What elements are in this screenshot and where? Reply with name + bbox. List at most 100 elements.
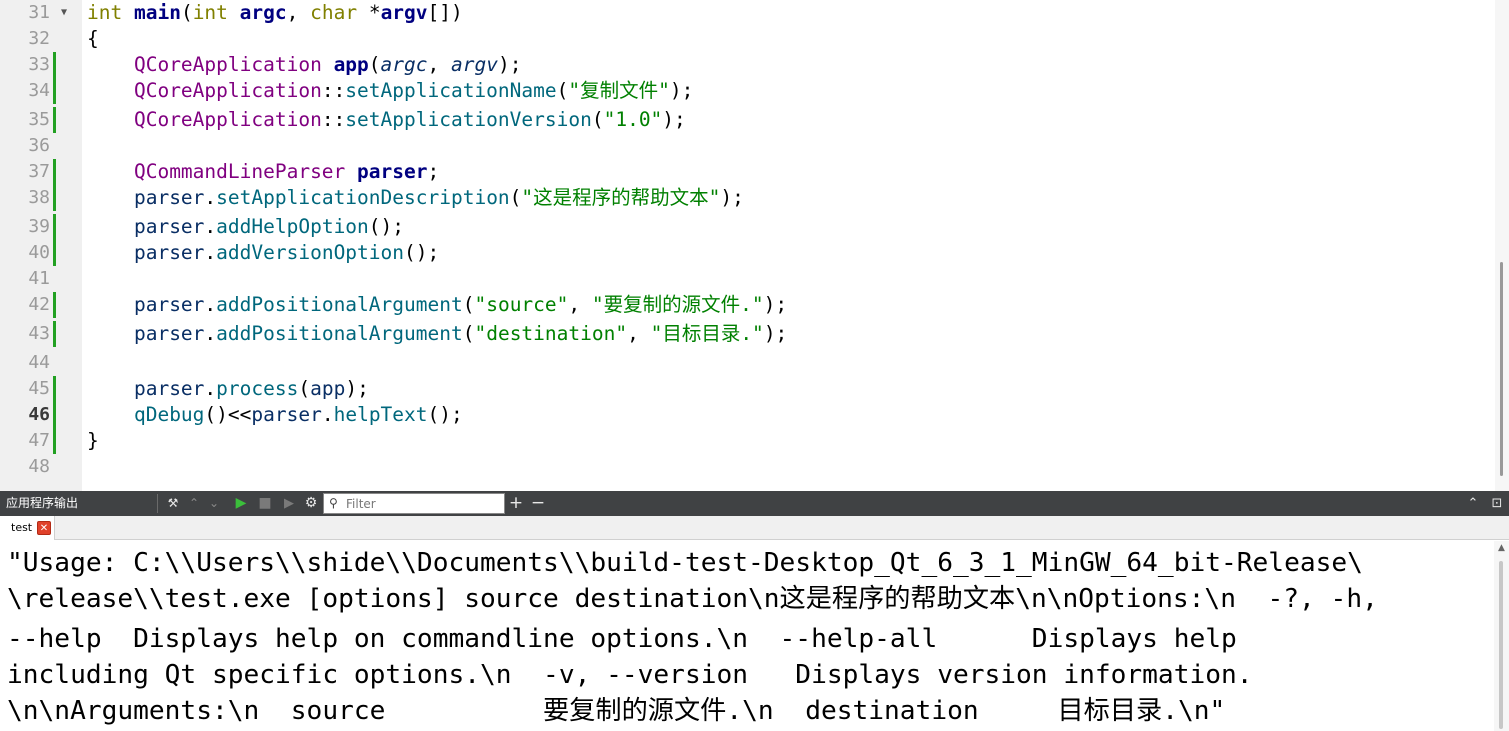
code-line[interactable]: 38 parser.setApplicationDescription("这是程… <box>0 185 1495 211</box>
output-line: \n\nArguments:\n source 要复制的源文件.\n desti… <box>7 696 1226 726</box>
debug-run-icon[interactable]: ▶ <box>280 491 298 516</box>
code-text: int main(int argc, char *argv[]) <box>87 0 463 26</box>
code-token: ( <box>462 322 475 345</box>
code-token: "1.0" <box>603 108 663 131</box>
code-token: parser <box>133 377 205 400</box>
code-token: ); <box>669 79 694 102</box>
code-token: "复制文件" <box>568 79 670 102</box>
settings-icon[interactable]: ⚙ <box>302 491 320 516</box>
code-token: ( <box>462 293 475 316</box>
code-token: app <box>333 53 369 76</box>
change-marker <box>53 52 56 78</box>
code-line[interactable]: 45 parser.process(app); <box>0 376 1495 402</box>
code-token: ); <box>720 186 744 209</box>
close-pane-button[interactable]: ⊡ <box>1488 491 1506 516</box>
change-marker <box>53 292 56 318</box>
filter-box[interactable]: ⚲ <box>323 493 505 514</box>
code-token: (); <box>404 241 440 264</box>
code-line[interactable]: 46 qDebug()<<parser.helpText(); <box>0 402 1495 428</box>
code-token: . <box>204 377 217 400</box>
tab-test[interactable]: test ✕ <box>0 516 55 540</box>
code-line[interactable]: 34 QCoreApplication::setApplicationName(… <box>0 78 1495 104</box>
code-text: qDebug()<<parser.helpText(); <box>87 402 463 428</box>
code-line[interactable]: 42 parser.addPositionalArgument("source"… <box>0 292 1495 318</box>
code-text: parser.addPositionalArgument("source", "… <box>87 292 787 318</box>
code-line[interactable]: 32 { <box>0 26 1495 52</box>
code-line[interactable]: 41 <box>0 266 1495 292</box>
change-marker <box>53 240 56 266</box>
fold-arrow-icon[interactable]: ▼ <box>61 0 67 26</box>
code-token: ); <box>345 377 369 400</box>
line-number: 45 <box>28 378 50 399</box>
code-token: ); <box>662 108 686 131</box>
code-token: parser <box>133 186 205 209</box>
output-scroll-thumb[interactable] <box>1499 561 1503 729</box>
code-token: (); <box>427 403 463 426</box>
code-line[interactable]: 36 <box>0 133 1495 159</box>
code-line[interactable]: 33 QCoreApplication app(argc, argv); <box>0 52 1495 78</box>
maximize-pane-button[interactable]: ⌃ <box>1465 491 1481 516</box>
code-line[interactable]: 44 <box>0 350 1495 376</box>
code-line[interactable]: 35 QCoreApplication::setApplicationVersi… <box>0 107 1495 133</box>
tab-label: test <box>11 521 33 534</box>
code-token: argc <box>380 53 428 76</box>
code-token: { <box>87 27 99 50</box>
scroll-up-icon[interactable]: ▲ <box>1494 541 1509 555</box>
editor-scroll-thumb[interactable] <box>1500 262 1503 476</box>
stop-icon[interactable]: ■ <box>256 491 274 516</box>
code-text: QCommandLineParser parser; <box>87 159 439 185</box>
code-line[interactable]: 47} <box>0 428 1495 454</box>
code-token: "这是程序的帮助文本" <box>521 186 721 209</box>
editor-scrollbar[interactable] <box>1495 0 1509 491</box>
code-text: parser.addPositionalArgument("destinatio… <box>87 321 787 347</box>
code-line[interactable]: 40 parser.addVersionOption(); <box>0 240 1495 266</box>
line-number: 35 <box>28 109 50 130</box>
output-line: including Qt specific options.\n -v, --v… <box>7 660 1253 690</box>
code-editor[interactable]: 31 ▼ int main(int argc, char *argv[]) 32{33… <box>0 0 1509 491</box>
change-marker <box>53 402 56 428</box>
change-marker <box>53 78 56 104</box>
chevron-up-icon[interactable]: ⌃ <box>186 491 202 516</box>
code-line[interactable]: 43 parser.addPositionalArgument("destina… <box>0 321 1495 347</box>
line-number: 36 <box>28 135 50 156</box>
code-text: QCoreApplication::setApplicationName("复制… <box>87 78 693 104</box>
code-line[interactable]: 31 ▼ int main(int argc, char *argv[]) <box>0 0 1495 26</box>
line-number: 41 <box>28 268 50 289</box>
code-token: . <box>204 322 217 345</box>
code-token: } <box>87 429 99 452</box>
code-token: ( <box>298 377 311 400</box>
output-line: \release\\test.exe [options] source dest… <box>7 584 1378 614</box>
code-line[interactable]: 48 <box>0 454 1495 480</box>
code-token: ( <box>591 108 604 131</box>
code-token: ); <box>763 322 788 345</box>
code-text: parser.process(app); <box>87 376 369 402</box>
code-line[interactable]: 39 parser.addHelpOption(); <box>0 214 1495 240</box>
chevron-down-icon[interactable]: ⌄ <box>206 491 222 516</box>
output-scrollbar[interactable]: ▲ <box>1494 541 1509 731</box>
close-icon[interactable]: ✕ <box>37 521 51 535</box>
remove-filter-button[interactable]: − <box>529 491 547 516</box>
code-token: argv <box>380 1 428 24</box>
application-output[interactable]: "Usage: C:\\Users\\shide\\Documents\\bui… <box>0 541 1494 731</box>
code-token: . <box>321 403 334 426</box>
code-token: helpText <box>333 403 428 426</box>
line-number: 39 <box>28 216 50 237</box>
code-token: ); <box>763 293 788 316</box>
code-token: char <box>310 1 369 24</box>
run-icon[interactable]: ▶ <box>232 491 250 516</box>
attach-debugger-icon[interactable]: ⚒ <box>164 491 182 516</box>
code-text: QCoreApplication app(argc, argv); <box>87 52 521 78</box>
line-number: 42 <box>28 294 50 315</box>
code-token: addVersionOption <box>216 241 405 264</box>
code-line[interactable]: 37 QCommandLineParser parser; <box>0 159 1495 185</box>
output-line: --help Displays help on commandline opti… <box>7 624 1237 654</box>
filter-input[interactable] <box>346 495 500 512</box>
output-pane-title: 应用程序输出 <box>6 496 79 510</box>
code-token: setApplicationName <box>345 79 557 102</box>
line-number: 34 <box>28 80 50 101</box>
add-filter-button[interactable]: + <box>507 491 525 516</box>
